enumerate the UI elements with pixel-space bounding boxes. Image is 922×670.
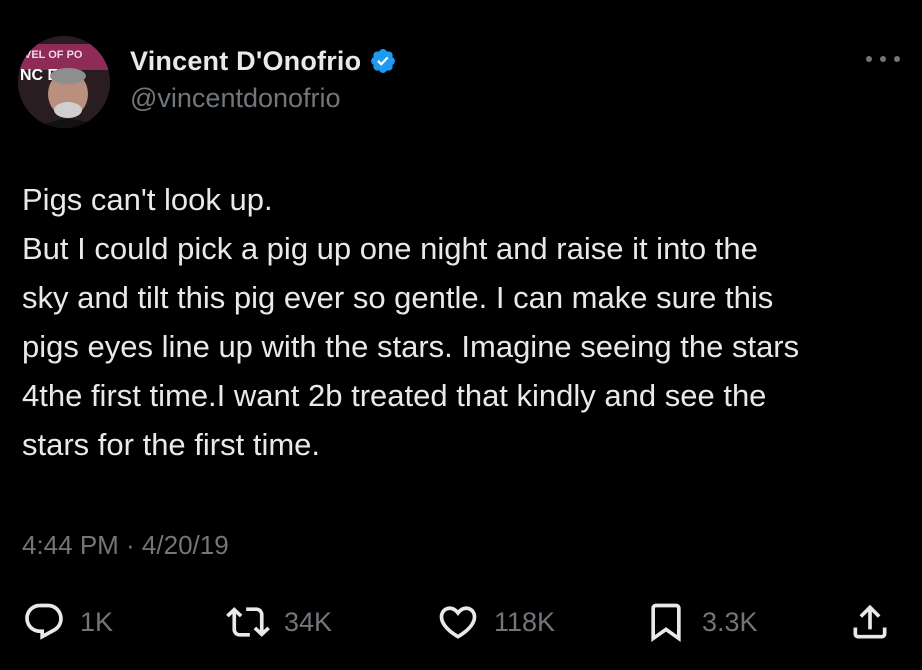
avatar[interactable]: VEL OF PO NC E [18, 36, 110, 128]
repost-count: 34K [284, 606, 333, 637]
more-options-icon[interactable] [866, 52, 900, 66]
heart-icon [439, 606, 477, 639]
tweet-card: VEL OF PO NC E Vincent D'Onofrio @vincen… [0, 0, 922, 670]
action-bar: 1K 34K 118K 3.3K [0, 595, 922, 649]
reply-count: 1K [80, 606, 114, 637]
reply-button[interactable]: 1K [22, 595, 113, 649]
avatar-photo-icon: VEL OF PO NC E [18, 36, 110, 128]
like-count: 118K [494, 606, 556, 637]
reply-icon [25, 603, 63, 640]
like-button[interactable]: 118K [436, 595, 555, 649]
share-button[interactable] [848, 595, 892, 649]
bookmark-button[interactable]: 3.3K [644, 595, 758, 649]
share-icon [853, 604, 887, 639]
tweet-text: Pigs can't look up. But I could pick a p… [22, 182, 800, 462]
author-display-name[interactable]: Vincent D'Onofrio [130, 46, 361, 77]
repost-button[interactable]: 34K [226, 595, 332, 649]
author-handle[interactable]: @vincentdonofrio [130, 83, 341, 114]
bookmark-icon [651, 603, 681, 643]
tweet-timestamp[interactable]: 4:44 PM · 4/20/19 [22, 530, 229, 561]
bookmark-count: 3.3K [702, 606, 758, 637]
author-name-row: Vincent D'Onofrio [130, 44, 397, 78]
verified-badge-icon [369, 47, 397, 75]
svg-text:VEL OF PO: VEL OF PO [24, 49, 83, 61]
repost-icon [226, 607, 270, 637]
